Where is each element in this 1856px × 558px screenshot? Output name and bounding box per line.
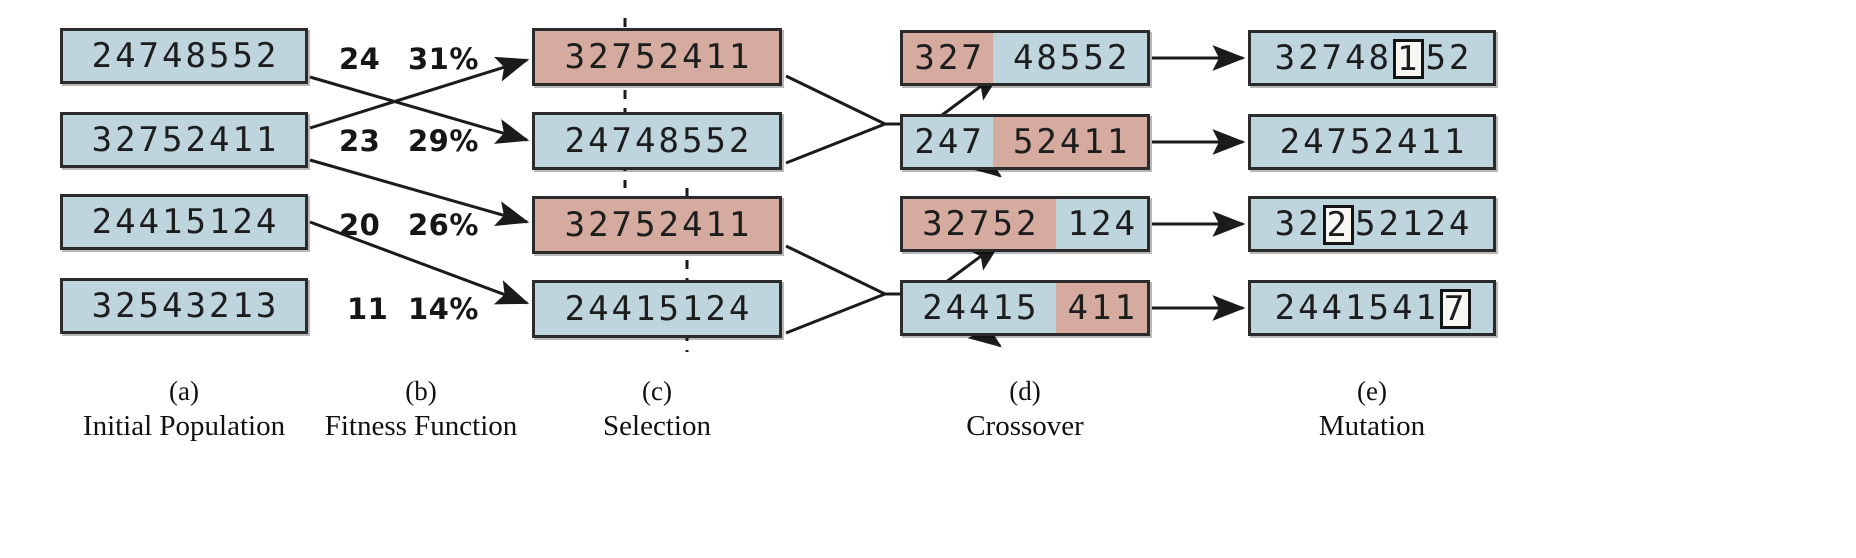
initial-population-row: 32543213 [60,278,308,334]
mutated-digit: 7 [1439,289,1472,329]
chromosome-digits: 411 [1067,288,1138,328]
chromosome-digits: 32543213 [91,286,280,326]
caption-crossover: (d) Crossover [900,375,1150,446]
chromosome-digits: 327 [914,38,985,78]
mutation-suffix: 52 [1425,38,1473,78]
selection-row: 32752411 [532,28,782,86]
selection-mapping-lines [309,56,530,305]
selection-row: 24415124 [532,280,782,338]
initial-population-row: 32752411 [60,112,308,168]
chromosome-digits: 48552 [1012,38,1131,78]
chromosome-digits: 24415 [922,288,1040,328]
selection-row: 24748552 [532,112,782,170]
chromosome-digits: 32752411 [564,37,753,77]
chromosome-digits: 52411 [1012,122,1131,162]
chromosome-digits: 24748552 [564,121,753,161]
caption-letter: (e) [1357,376,1387,406]
crossover-segment-right: 124 [1055,199,1147,249]
fitness-percent: 29% [408,124,479,158]
chromosome-digits: 24415124 [564,289,753,329]
mutation-suffix: 52124 [1355,204,1473,244]
chromosome-digits: 32748 1 52 [1272,38,1473,79]
mutated-digit: 1 [1392,39,1425,79]
chromosome-digits: 24748552 [91,36,280,76]
fitness-score: 24 [339,42,381,76]
caption-name: Mutation [1318,409,1426,442]
genetic-algorithm-figure: 24748552 32752411 24415124 32543213 24 3… [0,0,1856,558]
chromosome-digits: 247 [914,122,985,162]
chromosome-digits: 32752411 [564,205,753,245]
caption-name: Fitness Function [324,409,518,442]
chromosome-digits: 32752 [922,204,1040,244]
caption-name: Crossover [966,409,1084,442]
caption-selection: (c) Selection [532,375,782,446]
crossover-row: 247 52411 [900,114,1150,170]
crossover-row: 24415 411 [900,280,1150,336]
crossover-segment-left: 327 [903,33,994,83]
crossover-segment-right: 411 [1055,283,1147,333]
crossover-row: 32752 124 [900,196,1150,252]
mutation-row: 32 2 52124 [1248,196,1496,252]
crossover-row: 327 48552 [900,30,1150,86]
caption-name: Selection [603,409,711,442]
caption-letter: (c) [642,376,672,406]
mutation-row: 2441541 7 [1248,280,1496,336]
caption-mutation: (e) Mutation [1248,375,1496,446]
caption-letter: (d) [1009,376,1041,406]
fitness-score: 11 [347,292,389,326]
selection-row: 32752411 [532,196,782,254]
initial-population-row: 24748552 [60,28,308,84]
chromosome-digits: 32 2 52124 [1272,204,1473,245]
fitness-percent: 26% [408,208,479,242]
crossover-segment-left: 32752 [903,199,1056,249]
chromosome-digits: 24415124 [91,202,280,242]
mutated-digit: 2 [1322,205,1355,245]
fitness-score: 23 [339,124,381,158]
caption-fitness-function: (b) Fitness Function [296,375,546,446]
initial-population-row: 24415124 [60,194,308,250]
caption-initial-population: (a) Initial Population [58,375,310,446]
chromosome-digits: 32752411 [91,120,280,160]
caption-letter: (b) [405,376,437,406]
crossover-segment-right: 48552 [993,33,1147,83]
crossover-segment-right: 52411 [993,117,1147,167]
mutation-prefix: 32748 [1274,38,1392,78]
caption-letter: (a) [169,376,199,406]
chromosome-digits: 2441541 7 [1272,288,1473,329]
fitness-percent: 14% [408,292,479,326]
crossover-segment-left: 24415 [903,283,1056,333]
mutation-row: 32748 1 52 [1248,30,1496,86]
caption-name: Initial Population [82,409,286,442]
mutation-prefix: 2441541 [1274,288,1439,328]
chromosome-digits: 24752411 [1279,122,1468,162]
fitness-score: 20 [339,208,381,242]
chromosome-digits: 124 [1067,204,1138,244]
mutation-arrows [1152,45,1246,321]
mutation-prefix: 32 [1274,204,1322,244]
mutation-row: 24752411 [1248,114,1496,170]
crossover-segment-left: 247 [903,117,994,167]
fitness-percent: 31% [408,42,479,76]
